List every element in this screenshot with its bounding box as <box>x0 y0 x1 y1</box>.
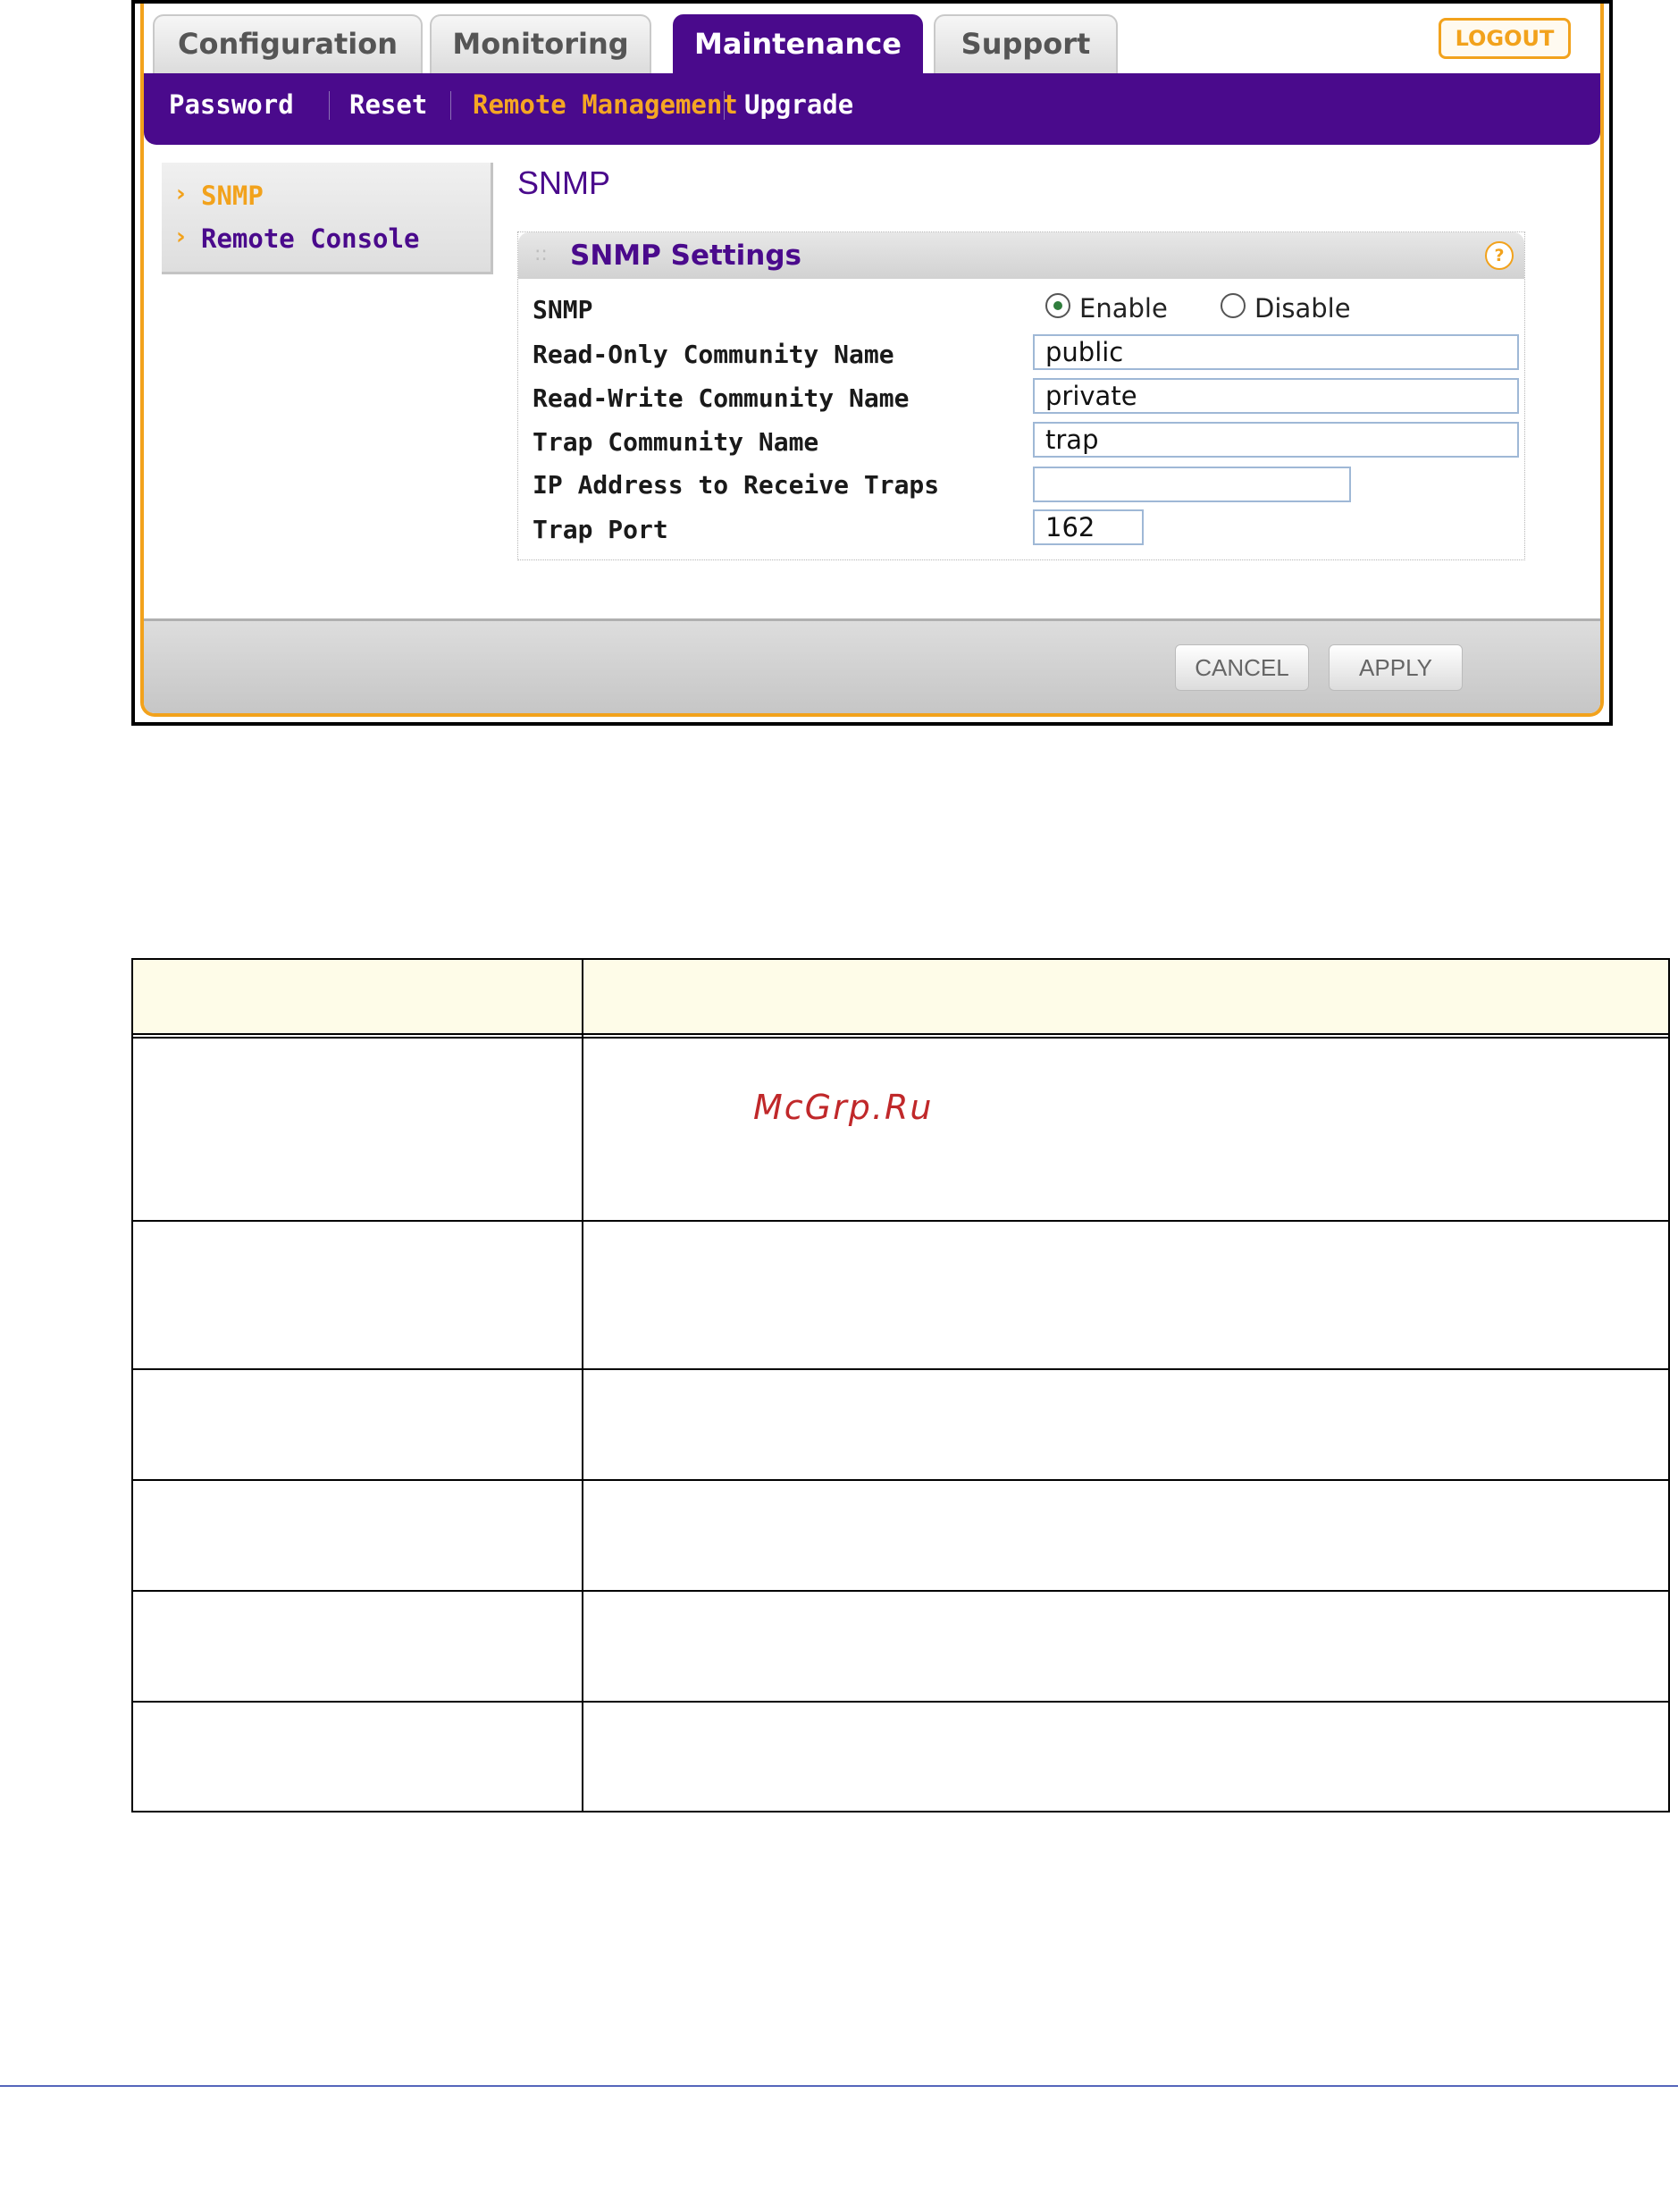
read-write-label: Read-Write Community Name <box>533 383 910 413</box>
trap-community-input[interactable]: trap <box>1033 422 1519 458</box>
table-header <box>133 960 1668 1039</box>
table-row-divider <box>133 1701 1668 1703</box>
column-divider <box>582 960 583 1811</box>
read-only-community-input[interactable]: public <box>1033 334 1519 370</box>
main-tabs: Configuration Monitoring Maintenance Sup… <box>144 4 1600 73</box>
apply-button[interactable]: APPLY <box>1329 644 1463 691</box>
snmp-settings-panel: :: SNMP Settings ? SNMP Enable Disable R… <box>517 231 1525 560</box>
trap-ip-input[interactable] <box>1033 467 1351 502</box>
trap-port-row: Trap Port 162 <box>533 508 1506 547</box>
sidemenu-item-label: SNMP <box>201 181 264 211</box>
panel-title: SNMP Settings <box>570 240 801 272</box>
subnav-separator <box>724 91 725 120</box>
action-bar: CANCEL APPLY <box>144 618 1600 713</box>
tab-configuration[interactable]: Configuration <box>153 14 423 73</box>
table-row-divider <box>133 1368 1668 1370</box>
tab-maintenance[interactable]: Maintenance <box>673 14 923 73</box>
watermark: McGrp.Ru <box>753 1088 934 1127</box>
snmp-row: SNMP Enable Disable <box>533 288 1506 327</box>
cancel-button[interactable]: CANCEL <box>1175 644 1309 691</box>
settings-description-table <box>131 958 1670 1812</box>
trap-ip-row: IP Address to Receive Traps <box>533 463 1506 502</box>
read-write-community-input[interactable]: private <box>1033 378 1519 414</box>
drag-grip-icon: :: <box>534 243 548 265</box>
subnav-remote-management[interactable]: Remote Management <box>473 89 738 120</box>
subnav-password[interactable]: Password <box>169 89 294 120</box>
trap-community-label: Trap Community Name <box>533 427 819 457</box>
router-ui-frame: Configuration Monitoring Maintenance Sup… <box>140 4 1604 717</box>
trap-port-input[interactable]: 162 <box>1033 509 1144 545</box>
sub-navigation: Password Reset Remote Management Upgrade <box>144 73 1600 145</box>
tab-monitoring[interactable]: Monitoring <box>430 14 651 73</box>
trap-community-row: Trap Community Name trap <box>533 420 1519 459</box>
snmp-label: SNMP <box>533 295 593 324</box>
table-row-divider <box>133 1590 1668 1592</box>
subnav-separator <box>450 91 451 120</box>
subnav-separator <box>329 91 330 120</box>
page-title: SNMP <box>517 164 611 201</box>
snmp-disable-radio[interactable] <box>1221 293 1246 318</box>
chevron-right-icon: › <box>176 223 186 250</box>
disable-label: Disable <box>1254 293 1351 324</box>
tab-support[interactable]: Support <box>934 14 1118 73</box>
router-ui-screenshot: Configuration Monitoring Maintenance Sup… <box>131 0 1613 726</box>
trap-ip-label: IP Address to Receive Traps <box>533 470 940 500</box>
trap-port-label: Trap Port <box>533 515 668 544</box>
footer-rule <box>0 2085 1678 2087</box>
read-only-row: Read-Only Community Name public <box>533 332 1519 372</box>
chevron-right-icon: › <box>176 181 186 207</box>
subnav-upgrade[interactable]: Upgrade <box>744 89 853 120</box>
side-menu: › SNMP › Remote Console <box>162 163 493 274</box>
subnav-reset[interactable]: Reset <box>349 89 427 120</box>
read-only-label: Read-Only Community Name <box>533 340 894 369</box>
help-icon[interactable]: ? <box>1485 241 1514 270</box>
panel-header: :: SNMP Settings ? <box>518 232 1524 279</box>
table-row-divider <box>133 1479 1668 1481</box>
sidemenu-item-label: Remote Console <box>201 223 420 254</box>
enable-label: Enable <box>1079 293 1168 324</box>
logout-button[interactable]: LOGOUT <box>1439 18 1571 59</box>
snmp-enable-radio[interactable] <box>1045 293 1070 318</box>
table-row-divider <box>133 1220 1668 1222</box>
read-write-row: Read-Write Community Name private <box>533 376 1519 416</box>
